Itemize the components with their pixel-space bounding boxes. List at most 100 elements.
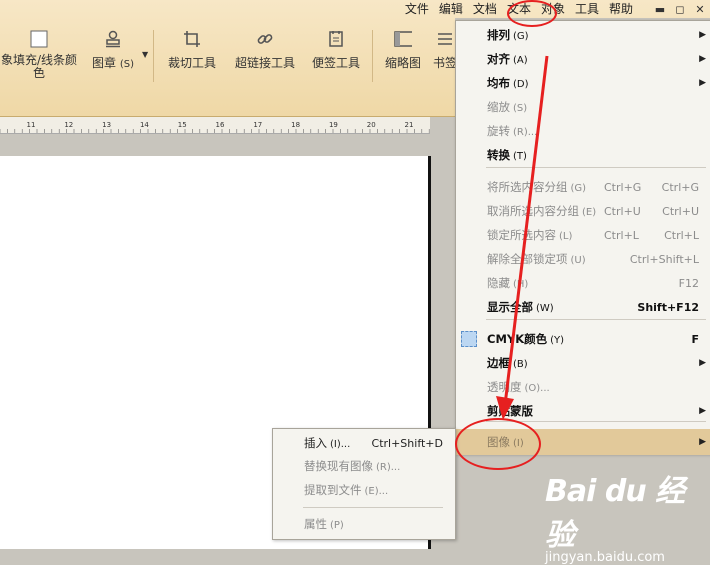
stamp-shortcut: (S) (119, 59, 134, 70)
ruler-tick-label: 14 (140, 121, 149, 129)
note-label: 便签工具 (311, 56, 360, 70)
menu-item-shortcut: Shift+F12 (637, 300, 699, 314)
menu-item-text: 排列 (487, 28, 510, 42)
submenu-item-label: 插入 (I)... (304, 435, 350, 451)
thumbnail-button[interactable]: 缩略图 (380, 30, 426, 71)
menu-item-accelerator: (U) (570, 255, 586, 266)
minimize-icon[interactable]: ▬ (650, 1, 670, 17)
submenu-item-text: 插入 (304, 436, 327, 450)
menu-item-label: 转换 (T) (487, 147, 527, 163)
image-submenu-item[interactable]: 插入 (I)... Ctrl+Shift+D (273, 432, 455, 454)
crop-tool-button[interactable]: 裁切工具 (163, 30, 221, 71)
menu-separator (486, 167, 706, 168)
object-menu-item[interactable]: 将所选内容分组 (G) Ctrl+G Ctrl+G (456, 175, 710, 199)
menu-item-text: 隐藏 (487, 276, 510, 290)
object-menu-item[interactable]: 缩放 (S) (456, 95, 710, 119)
ruler-tick-label: 19 (329, 121, 338, 129)
baidu-logo: Bai du 经验 (545, 474, 685, 553)
hyperlink-tool-button[interactable]: 超链接工具 (230, 30, 300, 71)
object-menu-item[interactable]: 转换 (T) (456, 143, 710, 167)
submenu-item-label: 提取到文件 (E)... (304, 482, 388, 498)
maximize-icon[interactable]: ◻ (670, 1, 690, 17)
menu-item-label: 取消所选内容分组 (E) (487, 203, 596, 219)
menu-help[interactable]: 帮助 (604, 0, 638, 18)
menu-item-shortcut: Ctrl+Shift+L (629, 252, 699, 266)
menu-item-label: 排列 (G) (487, 27, 529, 43)
object-menu-item[interactable]: 排列 (G) ▶ (456, 23, 710, 47)
submenu-item-shortcut: Ctrl+Shift+D (371, 436, 443, 450)
bookmark-list-icon (436, 30, 454, 48)
object-menu-item[interactable]: CMYK颜色 (Y) F (456, 327, 710, 351)
menu-item-shortcut: F12 (678, 276, 699, 290)
menu-item-text: 透明度 (487, 380, 522, 394)
submenu-arrow-icon: ▶ (699, 358, 706, 368)
crop-icon (183, 30, 201, 48)
menu-tools[interactable]: 工具 (570, 0, 604, 18)
menu-item-text: 锁定所选内容 (487, 228, 556, 242)
submenu-arrow-icon: ▶ (699, 78, 706, 88)
ruler-tick-label: 21 (405, 121, 414, 129)
submenu-item-text: 替换现有图像 (304, 459, 373, 473)
menu-item-accelerator: (S) (513, 103, 528, 114)
object-menu-item[interactable]: 边框 (B) ▶ (456, 351, 710, 375)
submenu-item-label: 替换现有图像 (R)... (304, 458, 400, 474)
baidu-watermark: Bai du 经验 jingyan.baidu.com (545, 466, 705, 565)
toolbar-separator (153, 30, 154, 82)
note-icon (327, 30, 345, 48)
menu-document[interactable]: 文档 (468, 0, 502, 18)
close-icon[interactable]: ✕ (690, 1, 710, 17)
submenu-arrow-icon: ▶ (699, 30, 706, 40)
baidu-url: jingyan.baidu.com (545, 550, 665, 565)
object-menu-item[interactable]: 解除全部锁定项 (U) Ctrl+Shift+L (456, 247, 710, 271)
menu-item-text: CMYK颜色 (487, 332, 548, 346)
object-menu-item[interactable]: 显示全部 (W) Shift+F12 (456, 295, 710, 319)
crop-label: 裁切工具 (167, 56, 216, 70)
object-menu-item[interactable]: 透明度 (O)... (456, 375, 710, 399)
menu-item-label: 隐藏 (H) (487, 275, 528, 291)
menu-item-label: 解除全部锁定项 (U) (487, 251, 586, 267)
ruler-tick-label: 17 (253, 121, 262, 129)
object-menu-item[interactable]: 取消所选内容分组 (E) Ctrl+U Ctrl+U (456, 199, 710, 223)
cmyk-color-icon (461, 331, 477, 347)
menu-item-label: 边框 (B) (487, 355, 528, 371)
menu-item-text: 边框 (487, 356, 510, 370)
color-swatch-icon (30, 30, 48, 48)
image-submenu-item[interactable]: 提取到文件 (E)... (273, 479, 455, 501)
ruler-tick-label: 11 (27, 121, 36, 129)
ruler-ticks: 11 12 13 14 15 16 17 18 19 20 21 (0, 121, 430, 133)
object-menu-item[interactable]: 锁定所选内容 (L) Ctrl+L Ctrl+L (456, 223, 710, 247)
submenu-item-label: 属性 (P) (304, 516, 344, 532)
stamp-dropdown-icon[interactable]: ▼ (142, 50, 148, 59)
submenu-arrow-icon: ▶ (699, 406, 706, 416)
fill-stroke-color-button[interactable]: 象填充/线条颜 色 (0, 30, 78, 80)
note-tool-button[interactable]: 便签工具 (305, 30, 367, 71)
menu-item-shortcut: Ctrl+U (604, 204, 641, 218)
fill-stroke-label: 象填充/线条颜 色 (0, 53, 78, 80)
window-controls: ▬ ◻ ✕ (650, 1, 710, 17)
object-menu-item[interactable]: 隐藏 (H) F12 (456, 271, 710, 295)
image-submenu-item[interactable]: 属性 (P) (273, 513, 455, 535)
menu-item-accelerator: (H) (513, 279, 529, 290)
submenu-item-accelerator: (P) (330, 520, 344, 531)
menu-edit[interactable]: 编辑 (434, 0, 468, 18)
object-menu-item[interactable]: 均布 (D) ▶ (456, 71, 710, 95)
menu-item-accelerator: (W) (536, 303, 554, 314)
object-menu-item[interactable]: 旋转 (R)... (456, 119, 710, 143)
menu-file[interactable]: 文件 (400, 0, 434, 18)
menu-item-accelerator: (A) (513, 55, 528, 66)
menu-item-label: 锁定所选内容 (L) (487, 227, 572, 243)
submenu-arrow-icon: ▶ (699, 437, 706, 447)
menu-item-shortcut: Ctrl+U (662, 204, 699, 218)
link-icon (256, 30, 274, 48)
submenu-item-accelerator: (I)... (330, 439, 351, 450)
menu-item-accelerator: (T) (513, 151, 527, 162)
image-submenu-item[interactable]: 替换现有图像 (R)... (273, 455, 455, 477)
stamp-button[interactable]: 图章 (S) (88, 30, 138, 71)
menu-item-label: 旋转 (R)... (487, 123, 537, 139)
menu-item-text: 旋转 (487, 124, 510, 138)
menu-item-shortcut: Ctrl+L (604, 228, 639, 242)
image-submenu: 插入 (I)... Ctrl+Shift+D 替换现有图像 (R)... 提取到文件 (E)… (272, 428, 456, 540)
object-menu-item[interactable]: 对齐 (A) ▶ (456, 47, 710, 71)
menu-item-accelerator: (B) (513, 359, 528, 370)
menu-item-shortcut: F (691, 332, 699, 346)
